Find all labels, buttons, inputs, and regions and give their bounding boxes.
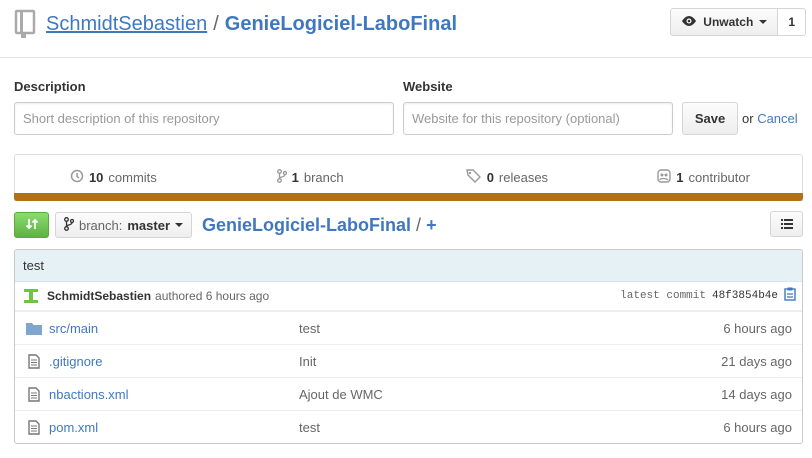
latest-commit-label: latest commit (620, 290, 706, 302)
branch-select[interactable]: branch: master (55, 212, 193, 238)
branch-count: 1 (291, 170, 299, 185)
commits-label: commits (108, 170, 157, 185)
list-view-button[interactable] (770, 211, 803, 237)
branch-select-value: master (127, 217, 171, 233)
file-name-link[interactable]: .gitignore (49, 354, 299, 369)
language-bar[interactable] (14, 193, 803, 201)
repo-title: SchmidtSebastien / GenieLogiciel-LaboFin… (46, 13, 457, 36)
repo-name-link[interactable]: GenieLogiciel-LaboFinal (225, 13, 457, 36)
branch-label: branch (303, 170, 344, 185)
repo-title-separator: / (213, 12, 219, 35)
table-row[interactable]: src/main test 6 hours ago (15, 311, 802, 344)
commit-authored-text: authored 6 hours ago (155, 289, 270, 303)
tag-icon (465, 169, 482, 186)
file-age: 6 hours ago (723, 419, 792, 435)
description-input[interactable] (14, 102, 394, 135)
compare-button[interactable] (14, 212, 49, 238)
organization-icon (657, 169, 671, 186)
file-text-icon (19, 419, 49, 435)
releases-link[interactable]: 0 releases (409, 159, 606, 197)
file-navigation: branch: master GenieLogiciel-LaboFinal /… (14, 211, 803, 239)
commit-sha-link[interactable]: 48f3854b4e (712, 290, 778, 302)
repo-book-icon (14, 9, 38, 39)
unwatch-label: Unwatch (703, 15, 754, 29)
watchers-count[interactable]: 1 (778, 8, 806, 36)
file-name-link[interactable]: nbactions.xml (49, 387, 299, 402)
clipboard-icon[interactable] (784, 287, 796, 305)
chevron-down-icon (175, 223, 184, 227)
commit-message[interactable]: test (15, 250, 802, 282)
folder-icon (19, 322, 49, 335)
breadcrumb: GenieLogiciel-LaboFinal / + (202, 215, 437, 236)
repo-owner-link[interactable]: SchmidtSebastien (46, 13, 207, 36)
branch-select-label: branch: (79, 217, 123, 233)
file-commit-message[interactable]: Init (299, 354, 599, 369)
compare-arrows-icon (25, 217, 39, 234)
file-age: 6 hours ago (723, 320, 792, 336)
description-label: Description (14, 79, 86, 94)
commit-meta: SchmidtSebastien authored 6 hours ago la… (15, 282, 802, 311)
branch-link[interactable]: 1 branch (212, 159, 409, 197)
commit-author-link[interactable]: SchmidtSebastien (47, 289, 151, 303)
or-text: or (742, 111, 754, 126)
file-text-icon (19, 353, 49, 369)
file-text-icon (19, 386, 49, 402)
eye-icon (681, 15, 697, 30)
contributor-count: 1 (676, 170, 684, 185)
releases-count: 0 (486, 170, 494, 185)
breadcrumb-root-link[interactable]: GenieLogiciel-LaboFinal (202, 215, 411, 236)
or-cancel: or Cancel (742, 111, 798, 126)
latest-commit: latest commit 48f3854b4e (620, 287, 796, 305)
git-branch-icon (276, 169, 287, 186)
file-commit-message[interactable]: test (299, 420, 599, 435)
file-table: test SchmidtSebastien authored 6 hours a… (14, 249, 803, 444)
save-button[interactable]: Save (682, 102, 738, 135)
breadcrumb-separator: / (416, 214, 422, 235)
table-row[interactable]: nbactions.xml Ajout de WMC 14 days ago (15, 377, 802, 410)
website-label: Website (403, 79, 453, 94)
commits-count: 10 (88, 170, 104, 185)
contributors-link[interactable]: 1 contributor (605, 159, 802, 197)
file-age: 14 days ago (721, 386, 792, 402)
commits-link[interactable]: 10 commits (15, 159, 212, 197)
file-commit-message[interactable]: Ajout de WMC (299, 387, 599, 402)
table-row[interactable]: .gitignore Init 21 days ago (15, 344, 802, 377)
watch-group: Unwatch 1 (670, 8, 806, 36)
releases-label: releases (498, 170, 549, 185)
file-age: 21 days ago (721, 353, 792, 369)
file-commit-message[interactable]: test (299, 321, 599, 336)
history-icon (70, 169, 84, 186)
header-divider (0, 57, 812, 58)
website-input[interactable] (403, 102, 673, 135)
list-icon (780, 217, 793, 232)
contributor-label: contributor (688, 170, 750, 185)
unwatch-button[interactable]: Unwatch (670, 8, 779, 36)
file-name-link[interactable]: pom.xml (49, 420, 299, 435)
table-row[interactable]: pom.xml test 6 hours ago (15, 410, 802, 443)
new-file-link[interactable]: + (426, 215, 437, 236)
cancel-link[interactable]: Cancel (757, 111, 797, 126)
git-branch-icon (64, 216, 75, 234)
file-name-link[interactable]: src/main (49, 321, 299, 336)
chevron-down-icon (759, 20, 768, 24)
avatar[interactable] (21, 286, 41, 306)
